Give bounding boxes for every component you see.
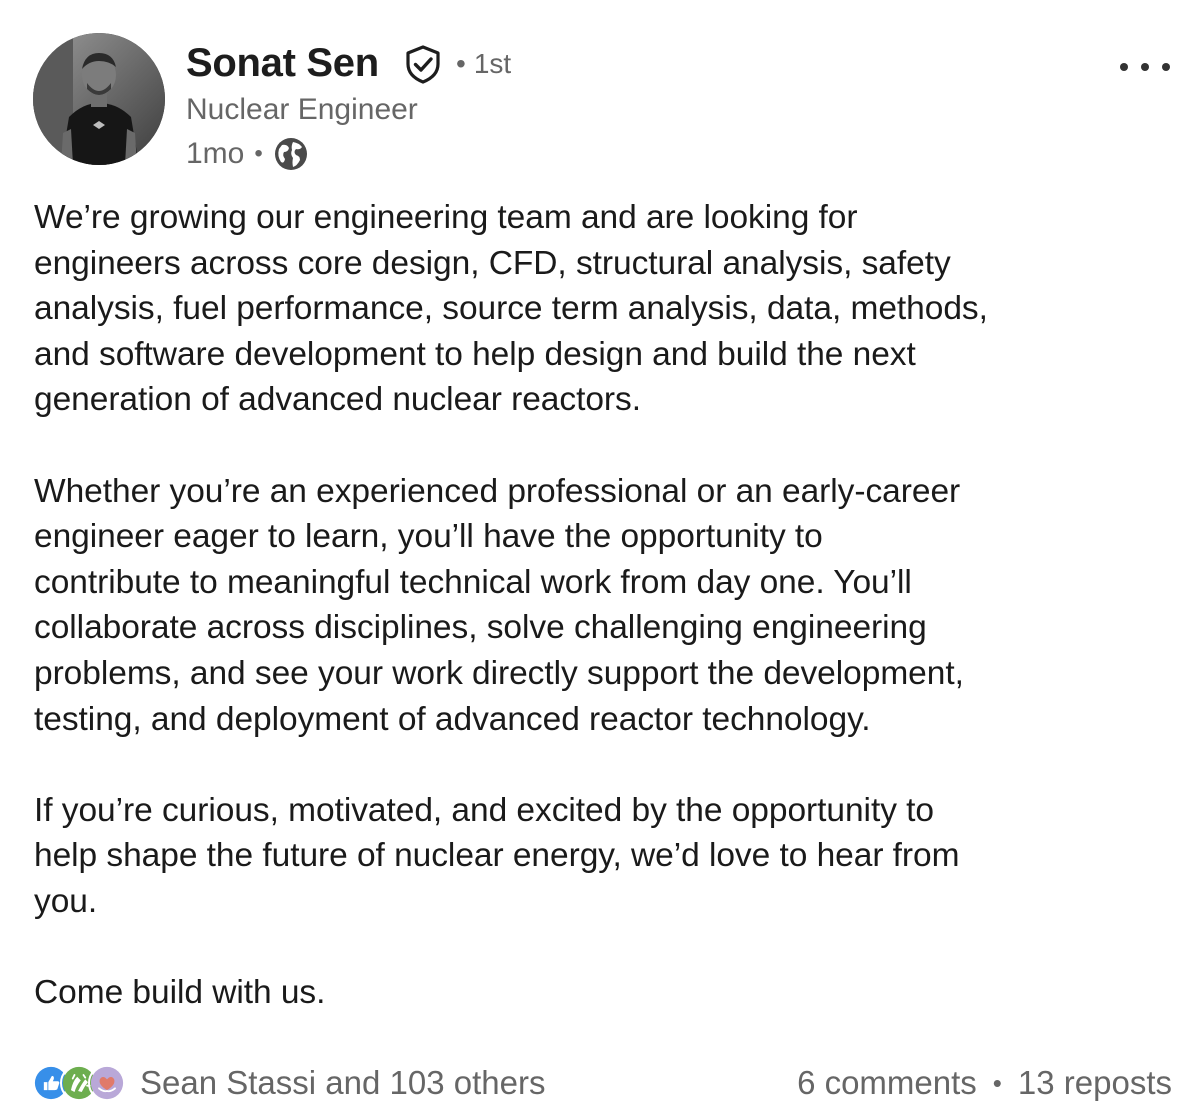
degree-separator: • xyxy=(456,48,466,79)
post-timestamp: 1mo xyxy=(186,137,245,170)
counts-separator: • xyxy=(992,1067,1002,1098)
reposts-count[interactable]: 13 reposts xyxy=(1018,1064,1172,1102)
reaction-icons[interactable] xyxy=(32,1064,126,1102)
post-paragraph: Come build with us. xyxy=(34,974,326,1012)
social-counts: Sean Stassi and 103 others 6 comments • … xyxy=(32,1058,1172,1108)
feed-post: Sonat Sen • 1st Nuclear Engineer 1mo • We… xyxy=(0,0,1200,1118)
author-headline: Nuclear Engineer xyxy=(186,93,418,126)
post-meta: 1mo • xyxy=(186,134,309,174)
verified-shield-icon xyxy=(406,45,440,84)
degree-label: 1st xyxy=(473,48,512,79)
post-paragraph: If you’re curious, motivated, and excite… xyxy=(34,791,960,920)
meta-separator: • xyxy=(254,140,263,167)
connection-degree: • 1st xyxy=(456,44,511,84)
comments-count[interactable]: 6 comments xyxy=(797,1064,977,1102)
avatar-photo xyxy=(33,33,165,165)
post-text: We’re growing our engineering team and a… xyxy=(34,195,1174,1016)
author-name[interactable]: Sonat Sen xyxy=(186,38,379,88)
avatar[interactable] xyxy=(33,33,165,165)
post-paragraph: We’re growing our engineering team and a… xyxy=(34,199,988,419)
more-options-button[interactable] xyxy=(1120,52,1170,82)
more-options-dot xyxy=(1120,63,1128,71)
globe-icon xyxy=(274,138,307,170)
love-icon xyxy=(88,1064,126,1102)
post-paragraph: Whether you’re an experienced profession… xyxy=(34,472,964,738)
more-options-dot xyxy=(1141,63,1149,71)
reactors-text[interactable]: Sean Stassi and 103 others xyxy=(140,1064,797,1102)
more-options-dot xyxy=(1162,63,1170,71)
